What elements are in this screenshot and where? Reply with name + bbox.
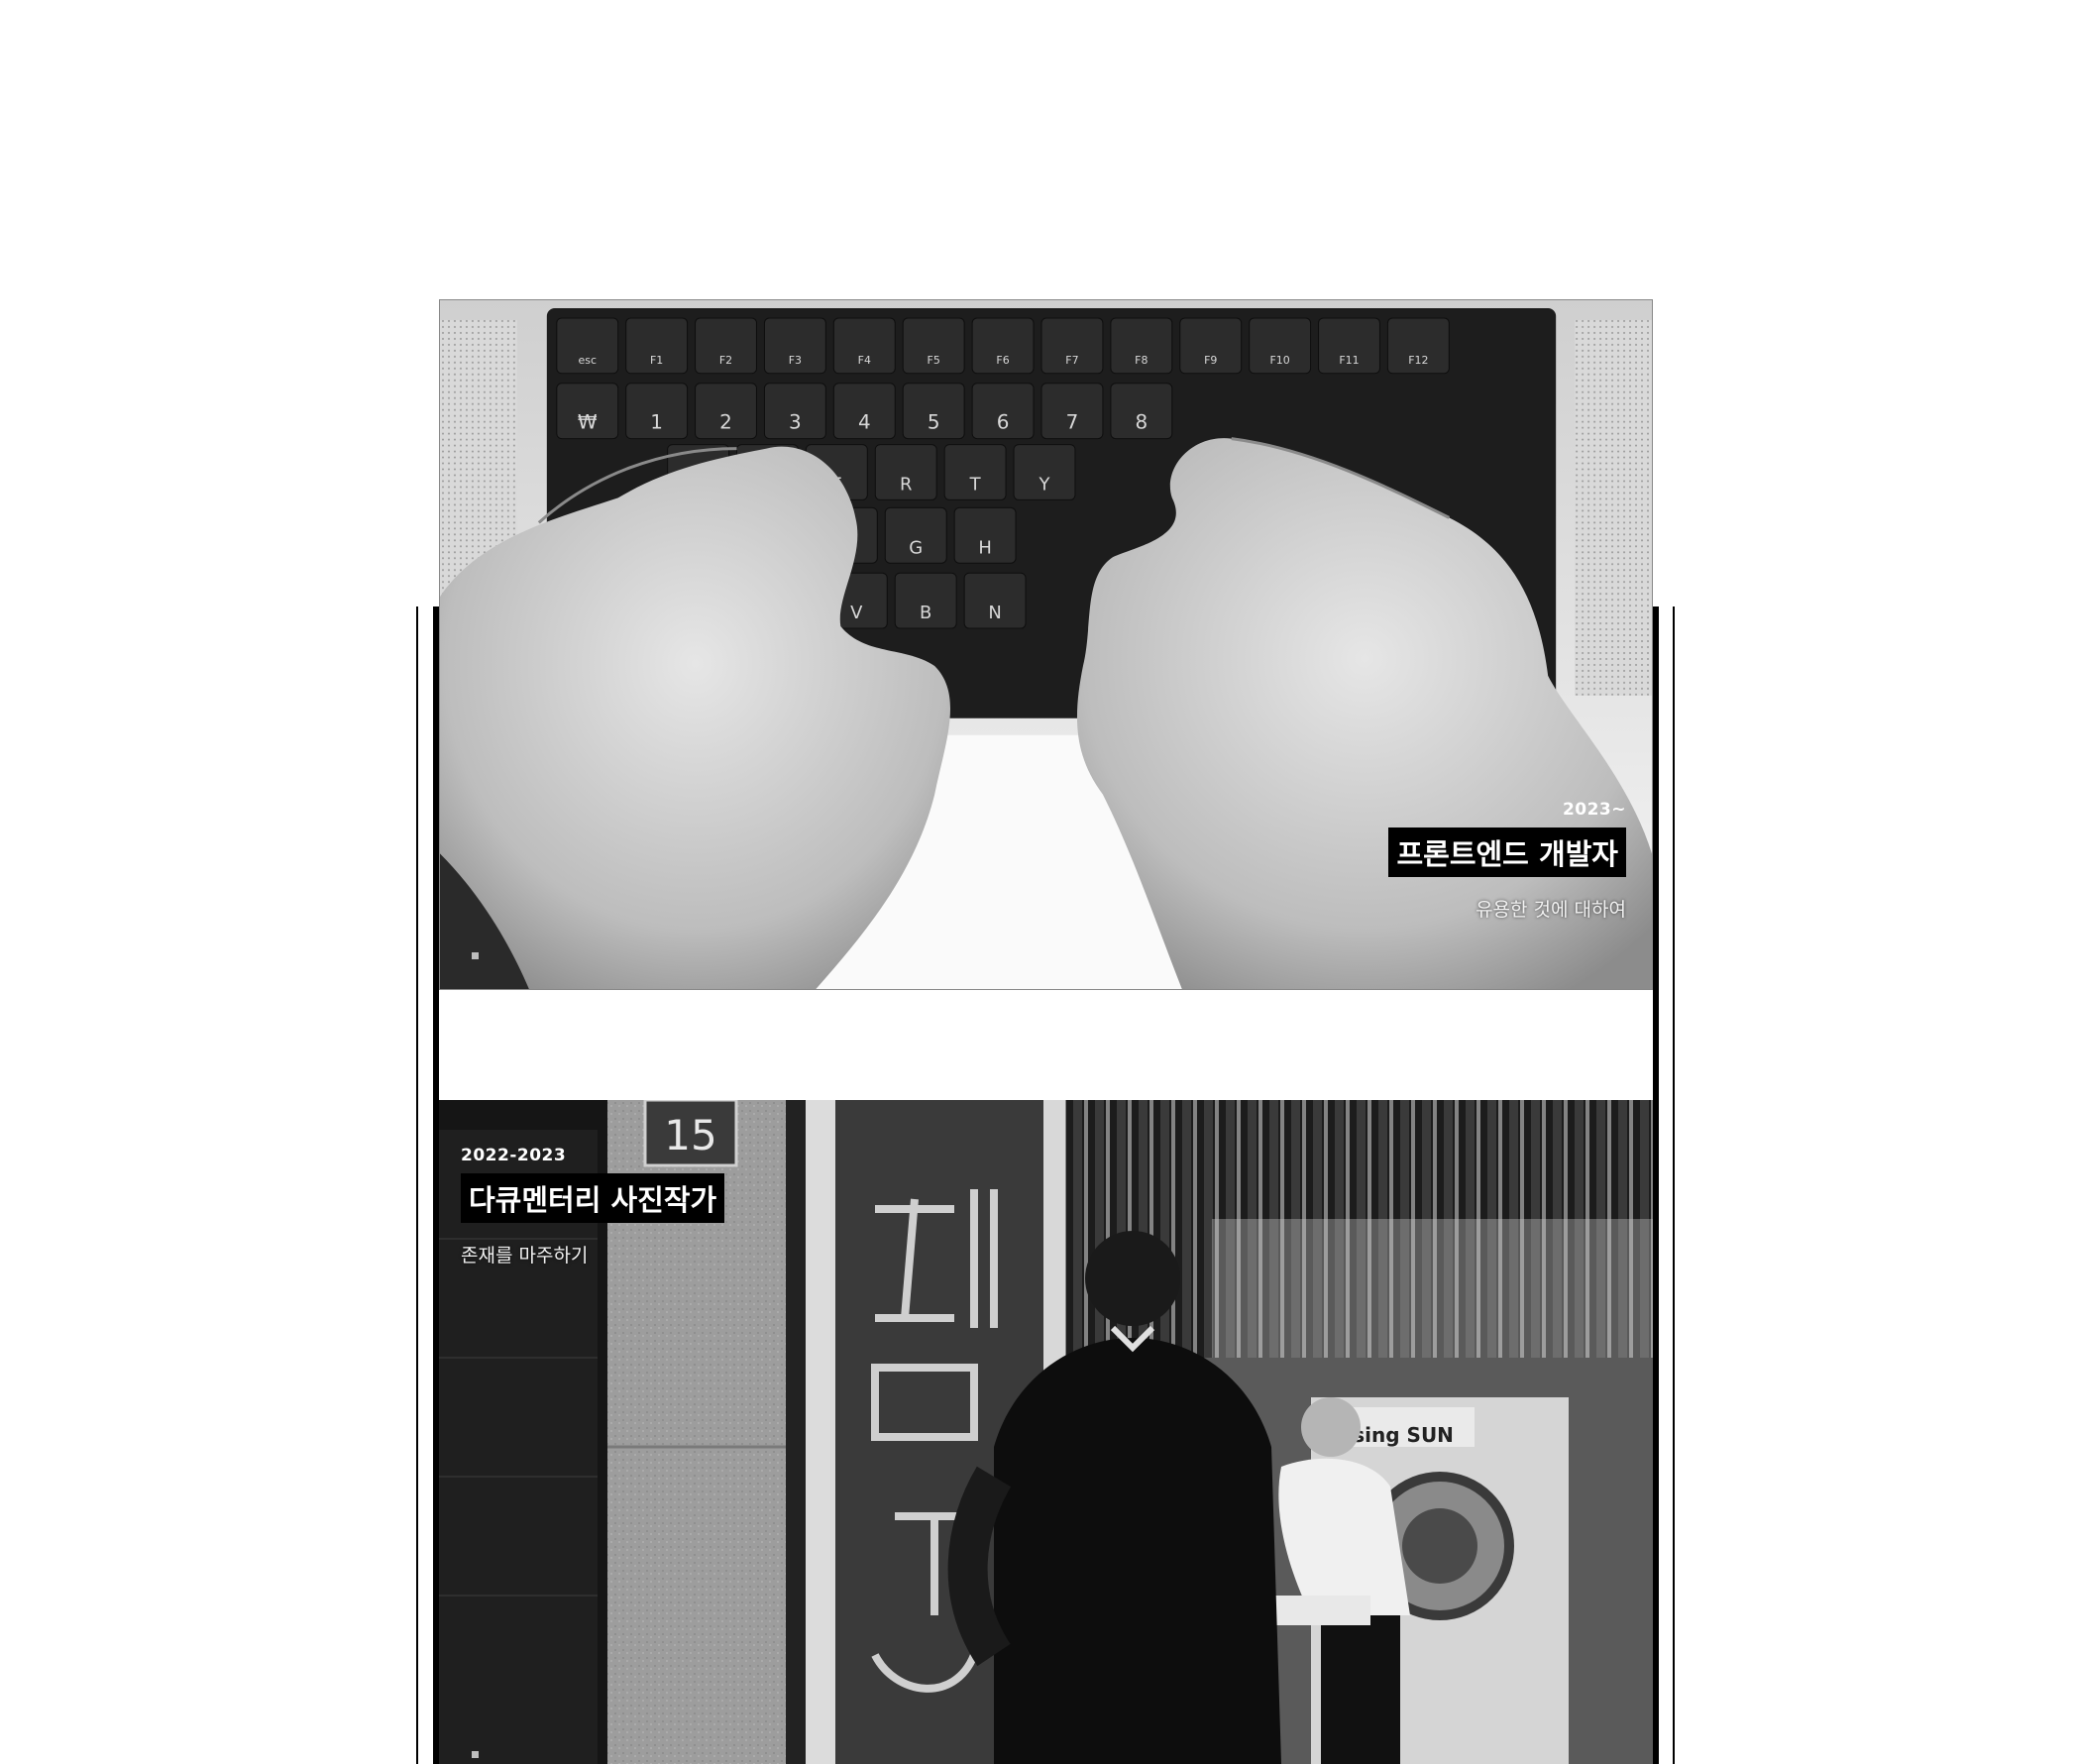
keyboard-key-label: R bbox=[900, 474, 912, 495]
caption-documentary: 2022-2023 다큐멘터리 사진작가 존재를 마주하기 bbox=[461, 1146, 725, 1268]
keyboard-key-label: F6 bbox=[996, 354, 1009, 367]
keyboard-key-label: F9 bbox=[1204, 354, 1217, 367]
keyboard-key-label: 4 bbox=[858, 410, 871, 434]
career-subtitle: 유용한 것에 대하여 bbox=[1476, 899, 1626, 921]
career-title: 다큐멘터리 사진작가 bbox=[461, 1173, 725, 1223]
keyboard-key-label: H bbox=[978, 537, 992, 558]
caption-frontend: 2023~ 프론트엔드 개발자 유용한 것에 대하여 bbox=[1388, 800, 1626, 922]
keyboard-key-label: F11 bbox=[1339, 354, 1359, 367]
indicator-dot bbox=[472, 952, 479, 959]
career-card-documentary[interactable]: 15 Rising SUN 2022-2023 다큐멘터리 사진작가 존재를 마… bbox=[439, 1100, 1653, 1764]
keyboard-key-label: F4 bbox=[858, 354, 871, 367]
career-year: 2023~ bbox=[1562, 800, 1626, 820]
keyboard-key-label: F1 bbox=[650, 354, 663, 367]
keyboard-key-label: F5 bbox=[928, 354, 940, 367]
career-title: 프론트엔드 개발자 bbox=[1388, 827, 1626, 877]
keyboard-key-label: esc bbox=[579, 354, 598, 367]
keyboard-key-label: F3 bbox=[789, 354, 802, 367]
keyboard-key-label: V bbox=[850, 603, 863, 623]
keyboard-key-label: 3 bbox=[789, 410, 802, 434]
keyboard-key-label: F7 bbox=[1065, 354, 1078, 367]
keyboard-key-label: B bbox=[920, 603, 931, 623]
frame-line-left-outer bbox=[416, 606, 418, 1764]
keyboard-key-label: ₩ bbox=[578, 410, 598, 434]
keyboard-key-label: F8 bbox=[1135, 354, 1148, 367]
keyboard-key-label: 1 bbox=[650, 410, 663, 434]
career-year: 2022-2023 bbox=[461, 1146, 567, 1165]
keyboard-key-label: G bbox=[909, 537, 923, 558]
keyboard-key-label: F12 bbox=[1408, 354, 1428, 367]
career-card-frontend[interactable]: escF1F2F3F4F5F6F7F8F9F10F11F12₩12345678Q… bbox=[439, 299, 1653, 990]
indicator-dot bbox=[472, 1751, 479, 1758]
frame-line-right-inner bbox=[1653, 606, 1659, 1764]
keyboard-key-label: T bbox=[969, 474, 982, 495]
frame-line-right-outer bbox=[1673, 606, 1675, 1764]
keyboard-key-label: Y bbox=[1038, 474, 1050, 495]
keyboard-key-label: F2 bbox=[719, 354, 732, 367]
keyboard-key-label: 8 bbox=[1135, 410, 1148, 434]
keyboard-key-label: N bbox=[988, 603, 1001, 623]
keyboard-key-label: F10 bbox=[1269, 354, 1289, 367]
career-subtitle: 존재를 마주하기 bbox=[461, 1245, 589, 1267]
keyboard-key-label: 2 bbox=[719, 410, 732, 434]
keyboard-key-label: 6 bbox=[997, 410, 1010, 434]
keyboard-key-label: 5 bbox=[928, 410, 940, 434]
keyboard-key-label: 7 bbox=[1066, 410, 1079, 434]
